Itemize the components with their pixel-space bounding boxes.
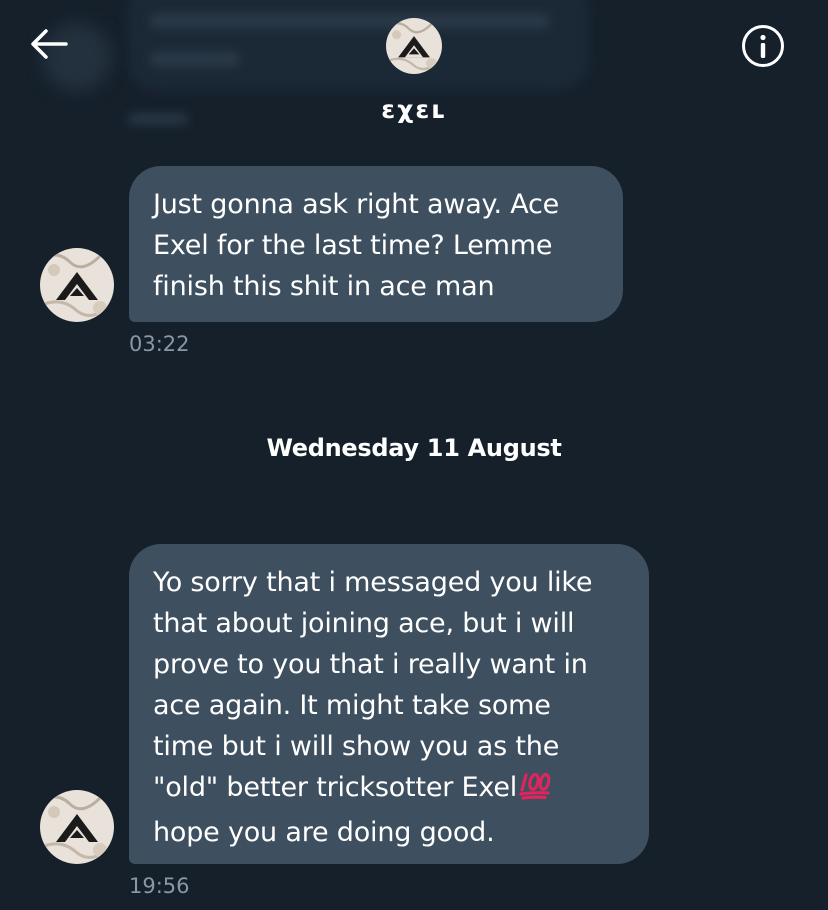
message-text-line: Yo sorry that i messaged you like [153, 567, 593, 598]
message-text-line: that about joining ace, but i will [153, 608, 575, 639]
message-text-fragment: "old" better tricksotter Exel [153, 772, 518, 803]
message-text-line: Exel for the last time? Lemme [153, 230, 553, 261]
date-divider: Wednesday 11 August [266, 434, 562, 462]
message-timestamp: 03:22 [129, 332, 190, 356]
info-icon [742, 25, 784, 67]
message-text-line: ace again. It might take some [153, 690, 551, 721]
message-text-line: time but i will show you as the [153, 731, 560, 762]
message-text-line-with-emoji: "old" better tricksotter Exel [153, 767, 649, 812]
previous-time-blurred [128, 114, 188, 124]
previous-text-blurred [150, 52, 240, 66]
back-button[interactable] [28, 26, 70, 62]
message-timestamp: 19:56 [129, 874, 190, 898]
hundred-points-emoji [519, 770, 551, 812]
sender-avatar[interactable] [40, 248, 114, 322]
message-text-line: hope you are doing good. [153, 817, 495, 848]
message-text-line: Just gonna ask right away. Ace [153, 189, 560, 220]
message-bubble[interactable]: Just gonna ask right away. Ace Exel for … [129, 166, 623, 322]
previous-text-blurred [150, 14, 550, 28]
sender-avatar[interactable] [40, 790, 114, 864]
arrow-left-icon [31, 29, 68, 59]
message-text-line: prove to you that i really want in [153, 649, 588, 680]
info-button[interactable] [741, 24, 785, 68]
contact-avatar[interactable] [386, 18, 442, 74]
message-bubble[interactable]: Yo sorry that i messaged you like that a… [129, 544, 649, 864]
contact-name[interactable]: ɛχɛʟ [314, 95, 514, 124]
message-text-line: finish this shit in ace man [153, 271, 495, 302]
